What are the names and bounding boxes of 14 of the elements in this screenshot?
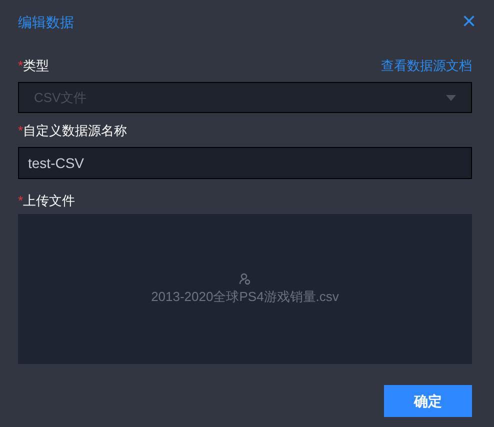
required-mark: * xyxy=(18,192,24,210)
dialog-title: 编辑数据 xyxy=(18,12,74,32)
field-label: 上传文件 xyxy=(23,192,76,210)
close-button[interactable]: × xyxy=(462,10,476,34)
file-name: 2013-2020全球PS4游戏销量.csv xyxy=(151,288,339,306)
required-mark: * xyxy=(18,122,24,140)
confirm-button[interactable]: 确定 xyxy=(384,385,472,417)
field-label: 类型 xyxy=(23,57,50,76)
chevron-down-icon xyxy=(446,94,456,100)
upload-area[interactable]: 2013-2020全球PS4游戏销量.csv xyxy=(18,214,472,364)
name-input[interactable]: test-CSV xyxy=(18,147,472,179)
file-user-icon xyxy=(239,273,251,286)
field-label: 自定义数据源名称 xyxy=(23,122,128,140)
required-mark: * xyxy=(18,57,24,76)
